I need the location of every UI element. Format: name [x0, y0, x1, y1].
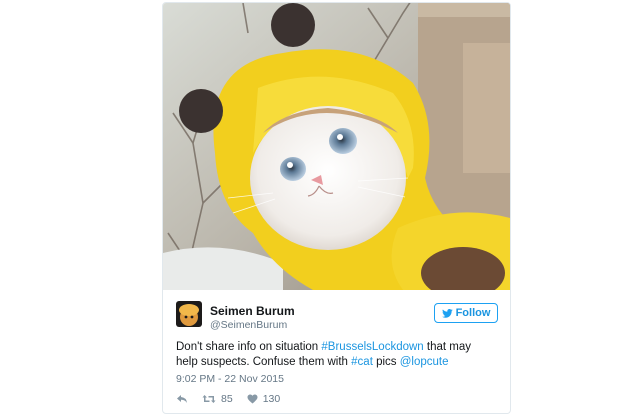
tweet-text-part: Don't share info on situation	[176, 341, 322, 353]
tweet-timestamp[interactable]: 9:02 PM - 22 Nov 2015	[176, 373, 284, 385]
like-count: 130	[262, 393, 281, 405]
twitter-bird-icon	[441, 308, 453, 318]
follow-label: Follow	[455, 307, 491, 319]
tweet-card: Seimen Burum @SeimenBurum Follow Don't s…	[162, 2, 511, 414]
heart-icon	[247, 394, 258, 404]
retweet-button[interactable]: 85	[202, 393, 233, 405]
follow-button[interactable]: Follow	[434, 303, 498, 323]
retweet-count: 85	[221, 393, 233, 405]
tweet-author-row: Seimen Burum @SeimenBurum Follow	[176, 301, 498, 333]
tweet-photo-cat-in-yellow-hoodie[interactable]	[163, 3, 510, 290]
retweet-icon	[202, 395, 216, 403]
mention-link-lopcute[interactable]: @lopcute	[400, 356, 449, 368]
reply-button[interactable]	[176, 394, 188, 404]
tweet-actions: 85 130	[176, 392, 294, 406]
like-button[interactable]: 130	[247, 393, 281, 405]
hashtag-link-brusselslockdown[interactable]: #BrusselsLockdown	[321, 341, 423, 353]
hashtag-link-cat[interactable]: #cat	[351, 356, 373, 368]
author-handle[interactable]: @SeimenBurum	[210, 319, 287, 331]
tweet-text: Don't share info on situation #BrusselsL…	[176, 340, 476, 370]
author-avatar[interactable]	[176, 301, 202, 327]
tweet-text-part: pics	[372, 356, 400, 368]
reply-icon	[177, 395, 187, 403]
author-name[interactable]: Seimen Burum	[210, 304, 295, 318]
